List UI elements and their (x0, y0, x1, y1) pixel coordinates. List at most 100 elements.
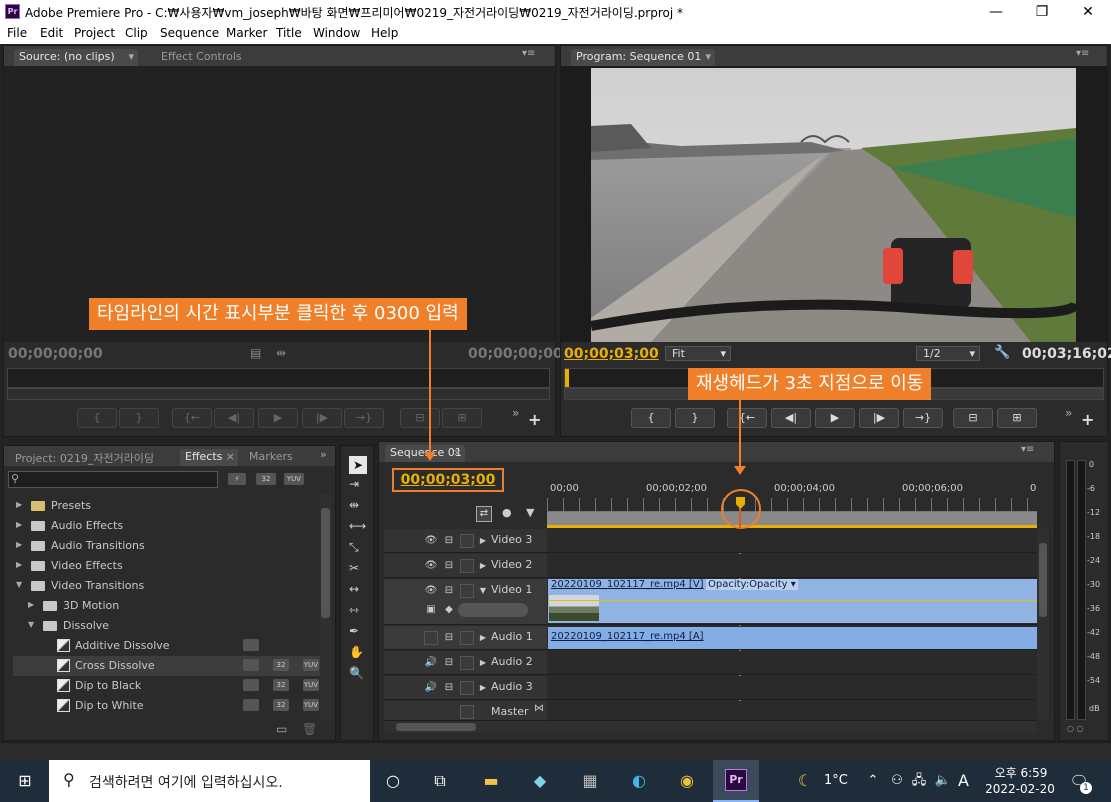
timeline-horizontal-scrollbar[interactable] (384, 721, 549, 733)
sync-lock-icon[interactable]: ⊟ (442, 559, 456, 573)
scrollbar-thumb[interactable] (396, 723, 476, 731)
effects-search-input[interactable]: ⚲ (8, 471, 218, 488)
rate-stretch-tool-icon[interactable]: ⤡ (349, 540, 359, 555)
source-overwrite-button[interactable]: ⊞ (442, 408, 482, 428)
sync-lock-icon[interactable]: ⊟ (442, 534, 456, 548)
track-area-video-1[interactable]: 20220109_102117_re.mp4 [V] Opacity:Opaci… (548, 579, 1037, 625)
trash-icon[interactable]: 🗑 (302, 722, 317, 736)
premiere-taskbar-button[interactable]: Pr (713, 760, 759, 802)
tree-item-dip-to-white[interactable]: Dip to White 32 YUV (13, 696, 320, 716)
tree-item-dip-to-black[interactable]: Dip to Black 32 YUV (13, 676, 320, 696)
scrollbar-thumb[interactable] (1039, 543, 1047, 617)
tree-item-video-transitions[interactable]: ▼ Video Transitions (13, 576, 320, 596)
program-mark-out-button[interactable]: } (675, 408, 715, 428)
program-mark-in-button[interactable]: { (631, 408, 671, 428)
wrench-icon[interactable]: 🔧 (994, 345, 1010, 360)
effects-scrollbar[interactable] (320, 494, 332, 720)
track-area-audio-1[interactable]: 20220109_102117_re.mp4 [A] (548, 626, 1037, 650)
ime-indicator[interactable]: A (958, 771, 969, 790)
menu-sequence[interactable]: Sequence (160, 26, 219, 40)
selection-tool-icon[interactable]: ➤ (349, 456, 367, 474)
menu-window[interactable]: Window (313, 26, 360, 40)
network-icon[interactable]: 🖧 (906, 768, 932, 794)
track-header-video-1[interactable]: 👁 ⊟ ▼ Video 1 ▣ ◆ (384, 579, 547, 625)
close-icon[interactable]: × (226, 450, 235, 463)
notes-app-icon[interactable]: ◆ (527, 768, 553, 794)
volume-icon[interactable]: 🔈 (930, 768, 956, 794)
source-scrub-bar[interactable] (7, 368, 550, 388)
clock-date[interactable]: 2022-02-20 (982, 782, 1058, 796)
slip-tool-icon[interactable]: ↔ (349, 582, 359, 596)
track-area-video-3[interactable] (548, 529, 1037, 553)
speaker-icon[interactable]: 🔊 (424, 656, 438, 670)
edge-browser-icon[interactable]: ◐ (626, 768, 652, 794)
track-header-video-3[interactable]: 👁 ⊟ ▶ Video 3 (384, 529, 547, 553)
menu-clip[interactable]: Clip (125, 26, 148, 40)
hand-tool-icon[interactable]: ✋ (349, 645, 364, 659)
menu-marker[interactable]: Marker (226, 26, 267, 40)
sync-lock-icon[interactable]: ⊟ (442, 584, 456, 598)
add-button-icon[interactable]: + (1081, 410, 1094, 429)
chevron-right-icon[interactable]: ▶ (16, 520, 22, 529)
chevron-right-icon[interactable]: ▶ (476, 681, 490, 695)
tab-markers[interactable]: Markers (244, 449, 302, 466)
lock-icon[interactable] (460, 656, 474, 670)
program-play-button[interactable]: ▶ (815, 408, 855, 428)
add-marker-icon[interactable]: ● (502, 506, 512, 519)
tree-item-audio-effects[interactable]: ▶ Audio Effects (13, 516, 320, 536)
snap-icon[interactable]: ⇄ (476, 506, 492, 522)
yuv-effects-icon[interactable]: YUV (284, 473, 304, 485)
new-bin-icon[interactable]: ▭ (276, 722, 287, 736)
lock-icon[interactable] (460, 705, 474, 719)
ripple-edit-tool-icon[interactable]: ⇹ (349, 498, 359, 512)
tab-effects[interactable]: Effects × (180, 449, 238, 466)
tab-project[interactable]: Project: 0219_자전거라이딩 (10, 449, 159, 466)
scrollbar-thumb[interactable] (321, 508, 330, 618)
task-view-icon[interactable]: ⧉ (427, 768, 453, 794)
source-mark-in-button[interactable]: { (77, 408, 117, 428)
timeline-ruler[interactable]: 00;00 00;00;02;00 00;00;04;00 00;00;06;0… (547, 482, 1037, 528)
chevron-down-icon[interactable]: ▼ (476, 584, 490, 598)
close-button[interactable]: ✕ (1065, 0, 1111, 24)
sync-lock-icon[interactable]: ⊟ (442, 681, 456, 695)
lock-icon[interactable] (460, 681, 474, 695)
panel-menu-icon[interactable]: ▾≡ (1076, 48, 1089, 59)
display-style-icon[interactable]: ▣ (424, 603, 438, 617)
chevron-down-icon[interactable]: ▾ (705, 50, 711, 63)
audio-clip[interactable]: 20220109_102117_re.mp4 [A] (548, 627, 1037, 649)
chevron-right-icon[interactable]: ▶ (476, 656, 490, 670)
source-play-button[interactable]: ▶ (258, 408, 298, 428)
menu-project[interactable]: Project (74, 26, 115, 40)
track-header-audio-3[interactable]: 🔊 ⊟ ▶ Audio 3 (384, 676, 547, 700)
chevron-up-icon[interactable]: ⌃ (860, 768, 886, 794)
chevron-right-icon[interactable]: ▶ (476, 559, 490, 573)
pen-tool-icon[interactable]: ✒ (349, 624, 359, 638)
more-icon[interactable]: » (1065, 406, 1072, 420)
program-goto-out-button[interactable]: →} (903, 408, 943, 428)
track-header-audio-2[interactable]: 🔊 ⊟ ▶ Audio 2 (384, 651, 547, 675)
mute-toggle[interactable] (424, 631, 438, 645)
track-area-audio-3[interactable] (548, 676, 1037, 700)
file-explorer-icon[interactable]: ▬ (478, 768, 504, 794)
taskbar-search-box[interactable]: ⚲ 검색하려면 여기에 입력하십시오. (49, 760, 370, 802)
chevron-right-icon[interactable]: ▶ (28, 600, 34, 609)
menu-help[interactable]: Help (371, 26, 398, 40)
close-icon[interactable]: × (453, 446, 462, 459)
program-lift-button[interactable]: ⊟ (953, 408, 993, 428)
tab-source[interactable]: Source: (no clips) ▾ (14, 49, 138, 66)
opacity-menu[interactable]: Opacity:Opacity ▾ (706, 579, 798, 590)
chrome-browser-icon[interactable]: ◉ (674, 768, 700, 794)
clock-time[interactable]: 오후 6:59 (990, 764, 1052, 781)
lock-icon[interactable] (460, 631, 474, 645)
chevron-right-icon[interactable]: ▶ (16, 540, 22, 549)
timeline-timecode[interactable]: 00;00;03;00 (392, 468, 504, 492)
lock-icon[interactable] (460, 559, 474, 573)
rolling-edit-tool-icon[interactable]: ⟷ (349, 519, 366, 533)
tab-program[interactable]: Program: Sequence 01 ▾ (571, 49, 715, 66)
menu-file[interactable]: File (7, 26, 27, 40)
source-timecode-in[interactable]: 00;00;00;00 (8, 346, 103, 362)
source-goto-out-button[interactable]: →} (344, 408, 384, 428)
source-goto-in-button[interactable]: {← (172, 408, 212, 428)
add-button-icon[interactable]: + (528, 410, 541, 429)
track-select-tool-icon[interactable]: ⇥ (349, 477, 359, 491)
